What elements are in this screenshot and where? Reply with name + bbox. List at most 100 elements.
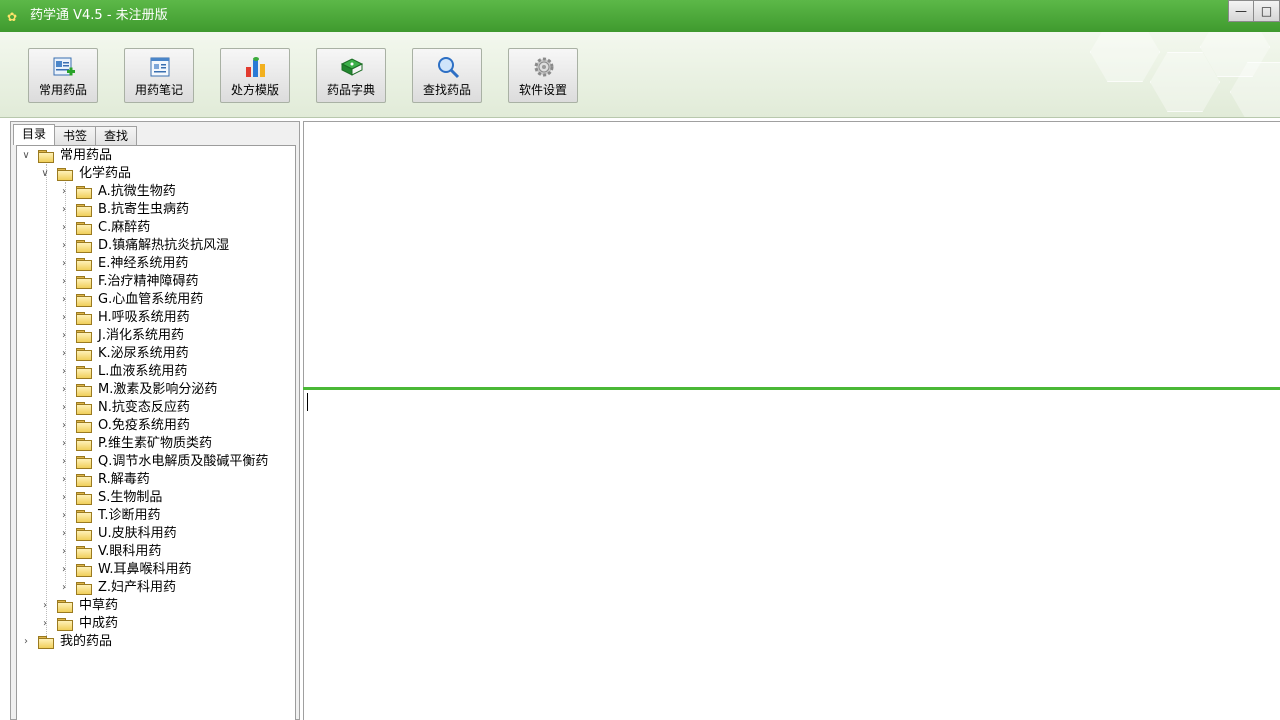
sidebar-tabs: 目录 书签 查找: [13, 124, 138, 145]
folder-icon: [76, 438, 92, 451]
background-hex-decoration: [1090, 32, 1160, 82]
tree-node-label: T.诊断用药: [98, 508, 161, 523]
tree-node-label: 我的药品: [60, 634, 113, 649]
chevron-right-icon[interactable]: ›: [59, 579, 69, 597]
tab-search[interactable]: 查找: [95, 126, 138, 145]
chevron-right-icon[interactable]: ›: [59, 291, 69, 309]
find-drug-button[interactable]: 查找药品: [412, 48, 482, 103]
chevron-right-icon[interactable]: ›: [59, 255, 69, 273]
chevron-right-icon[interactable]: ›: [59, 273, 69, 291]
chevron-right-icon[interactable]: ›: [59, 183, 69, 201]
chevron-right-icon[interactable]: ›: [59, 399, 69, 417]
folder-icon: [76, 222, 92, 235]
tree-node-label: W.耳鼻喉科用药: [98, 562, 192, 577]
chevron-right-icon[interactable]: ›: [59, 543, 69, 561]
maximize-button[interactable]: □: [1254, 0, 1280, 22]
chevron-right-icon[interactable]: ›: [40, 597, 50, 615]
chevron-right-icon[interactable]: ›: [59, 561, 69, 579]
folder-icon: [76, 564, 92, 577]
drug-detail-view[interactable]: [303, 121, 1280, 387]
tree-node-label: U.皮肤科用药: [98, 526, 177, 541]
app-icon: ✿: [6, 10, 18, 24]
chevron-right-icon[interactable]: ›: [59, 309, 69, 327]
chevron-down-icon[interactable]: ∨: [40, 165, 50, 183]
tree-node-label: 常用药品: [60, 148, 113, 163]
folder-icon: [57, 168, 73, 181]
tree-guide-line: [46, 164, 47, 642]
prescription-template-label: 处方模版: [230, 83, 279, 97]
drug-dictionary-label: 药品字典: [326, 83, 375, 97]
chevron-right-icon[interactable]: ›: [59, 453, 69, 471]
folder-icon: [76, 276, 92, 289]
drug-dictionary-button[interactable]: 药品字典: [316, 48, 386, 103]
folder-icon: [76, 348, 92, 361]
chevron-right-icon[interactable]: ›: [59, 381, 69, 399]
chevron-right-icon[interactable]: ›: [59, 237, 69, 255]
tree-node-label: Z.妇产科用药: [98, 580, 177, 595]
common-drugs-label: 常用药品: [38, 83, 87, 97]
folder-icon: [57, 600, 73, 613]
tree-node-label: M.激素及影响分泌药: [98, 382, 218, 397]
tab-contents[interactable]: 目录: [13, 124, 56, 145]
tree-node-label: E.神经系统用药: [98, 256, 189, 271]
prescription-icon: [246, 57, 265, 77]
folder-icon: [76, 420, 92, 433]
settings-button[interactable]: 软件设置: [508, 48, 578, 103]
folder-icon: [76, 330, 92, 343]
chevron-right-icon[interactable]: ›: [59, 219, 69, 237]
chevron-right-icon[interactable]: ›: [59, 435, 69, 453]
folder-icon: [76, 456, 92, 469]
chevron-down-icon[interactable]: ∨: [21, 147, 31, 165]
tree-node-label: N.抗变态反应药: [98, 400, 190, 415]
tree-node-label: S.生物制品: [98, 490, 163, 505]
prescription-template-button[interactable]: 处方模版: [220, 48, 290, 103]
tab-bookmarks[interactable]: 书签: [54, 126, 97, 145]
gear-icon: [534, 57, 554, 77]
folder-icon: [76, 582, 92, 595]
tree-node-label: J.消化系统用药: [98, 328, 184, 343]
chevron-right-icon[interactable]: ›: [59, 327, 69, 345]
folder-icon: [76, 366, 92, 379]
folder-icon: [76, 546, 92, 559]
chevron-right-icon[interactable]: ›: [59, 417, 69, 435]
tree-node-label: C.麻醉药: [98, 220, 151, 235]
medication-notes-label: 用药笔记: [134, 83, 183, 97]
chevron-right-icon[interactable]: ›: [59, 471, 69, 489]
tree-node-label: 中草药: [79, 598, 119, 613]
tree-node-label: O.免疫系统用药: [98, 418, 190, 433]
folder-icon: [57, 618, 73, 631]
tree-node-label: P.维生素矿物质类药: [98, 436, 212, 451]
text-caret: [307, 393, 308, 411]
minimize-icon: —: [1235, 4, 1247, 18]
chevron-right-icon[interactable]: ›: [59, 345, 69, 363]
notes-editor[interactable]: [303, 390, 1280, 720]
folder-icon: [76, 384, 92, 397]
folder-icon: [76, 492, 92, 505]
chevron-right-icon[interactable]: ›: [59, 489, 69, 507]
folder-icon: [76, 312, 92, 325]
folder-icon: [76, 528, 92, 541]
find-drug-label: 查找药品: [422, 83, 471, 97]
folder-icon: [76, 186, 92, 199]
tree-node-label: G.心血管系统用药: [98, 292, 204, 307]
chevron-right-icon[interactable]: ›: [59, 525, 69, 543]
minimize-button[interactable]: —: [1228, 0, 1254, 22]
tree-node-label: B.抗寄生虫病药: [98, 202, 190, 217]
chevron-right-icon[interactable]: ›: [59, 507, 69, 525]
tree-node-label: A.抗微生物药: [98, 184, 176, 199]
drug-category-tree[interactable]: ∨ 常用药品 ∨ 化学药品 › A.抗微生物药 › B.抗寄生虫病药 › C.麻醉药 › D.…: [16, 145, 296, 720]
chevron-right-icon[interactable]: ›: [59, 363, 69, 381]
common-drugs-button[interactable]: 常用药品: [28, 48, 98, 103]
folder-icon: [76, 240, 92, 253]
folder-icon: [76, 258, 92, 271]
tree-node-label: 中成药: [79, 616, 119, 631]
chevron-right-icon[interactable]: ›: [40, 615, 50, 633]
folder-icon: [38, 150, 54, 163]
drug-list-icon: [53, 57, 75, 76]
magnifier-icon: [438, 57, 460, 79]
tree-node-label: V.眼科用药: [98, 544, 162, 559]
chevron-right-icon[interactable]: ›: [21, 633, 31, 651]
chevron-right-icon[interactable]: ›: [59, 201, 69, 219]
folder-icon: [76, 294, 92, 307]
medication-notes-button[interactable]: 用药笔记: [124, 48, 194, 103]
